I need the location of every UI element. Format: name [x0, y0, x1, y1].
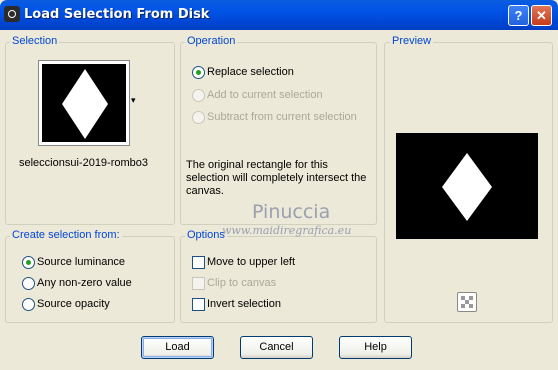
cancel-button[interactable]: Cancel — [240, 336, 313, 359]
add-to-selection-radio[interactable] — [192, 89, 205, 102]
operation-group-label: Operation — [185, 35, 238, 47]
options-group-label: Options — [185, 229, 227, 241]
selection-filename: seleccionsui-2019-rombo3 — [19, 157, 149, 169]
selection-thumbnail[interactable] — [38, 60, 130, 146]
any-nonzero-radio[interactable] — [22, 277, 35, 290]
move-upper-left-label[interactable]: Move to upper left — [207, 256, 295, 268]
invert-selection-checkbox[interactable] — [192, 298, 205, 311]
dropdown-arrow-icon[interactable]: ▾ — [131, 95, 136, 106]
add-to-selection-label[interactable]: Add to current selection — [207, 89, 323, 101]
replace-selection-radio[interactable] — [192, 66, 205, 79]
source-opacity-radio[interactable] — [22, 298, 35, 311]
app-icon — [4, 6, 20, 22]
watermark-url: www.maidiregrafica.eu — [222, 224, 352, 237]
source-luminance-label[interactable]: Source luminance — [37, 256, 125, 268]
create-from-group-label: Create selection from: — [10, 229, 122, 241]
preview-canvas — [396, 133, 538, 239]
preview-group-label: Preview — [390, 35, 434, 47]
window-title: Load Selection From Disk — [24, 7, 210, 22]
any-nonzero-label[interactable]: Any non-zero value — [37, 277, 132, 289]
close-button[interactable]: ✕ — [531, 5, 552, 26]
diamond-shape — [62, 69, 108, 139]
help-title-button[interactable]: ? — [508, 5, 529, 26]
source-luminance-radio[interactable] — [22, 256, 35, 269]
subtract-from-selection-label[interactable]: Subtract from current selection — [207, 111, 357, 123]
selection-group-label: Selection — [10, 35, 60, 47]
source-opacity-label[interactable]: Source opacity — [37, 298, 110, 310]
help-button[interactable]: Help — [339, 336, 412, 359]
move-upper-left-checkbox[interactable] — [192, 256, 205, 269]
load-button[interactable]: Load — [141, 336, 214, 359]
title-bar[interactable]: Load Selection From Disk ? ✕ — [0, 0, 558, 30]
preview-diamond-shape — [442, 153, 492, 221]
operation-description: The original rectangle for this selectio… — [186, 159, 367, 197]
invert-selection-label[interactable]: Invert selection — [207, 298, 281, 310]
watermark-name: Pinuccia — [252, 201, 331, 223]
clip-to-canvas-checkbox[interactable] — [192, 277, 205, 290]
subtract-from-selection-radio[interactable] — [192, 111, 205, 124]
replace-selection-label[interactable]: Replace selection — [207, 66, 294, 78]
clip-to-canvas-label[interactable]: Clip to canvas — [207, 277, 276, 289]
checkerboard-icon[interactable] — [457, 292, 477, 312]
